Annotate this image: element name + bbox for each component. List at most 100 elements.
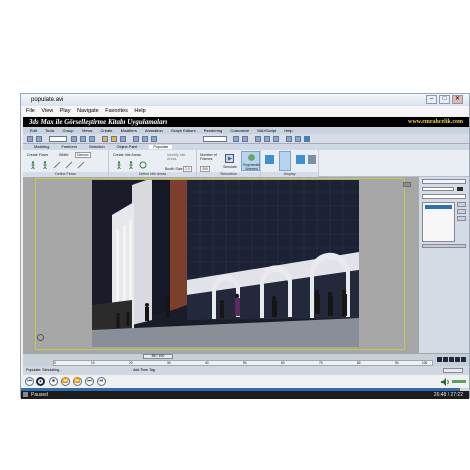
- minimize-button[interactable]: –: [426, 95, 437, 104]
- volume-icon[interactable]: [441, 378, 450, 386]
- create-flows-button[interactable]: Create Flows: [27, 153, 48, 157]
- add-time-tag[interactable]: Add Time Tag: [133, 366, 155, 375]
- flow-person-icon[interactable]: [29, 161, 37, 169]
- command-panel-tabs[interactable]: [422, 179, 466, 184]
- max-menu-maxscript[interactable]: MAXScript: [257, 128, 276, 133]
- align-icon[interactable]: [242, 136, 248, 142]
- simulate-button[interactable]: Simulate: [223, 165, 237, 169]
- material-editor-icon[interactable]: [286, 136, 292, 142]
- time-slider[interactable]: 85 / 100: [143, 354, 173, 359]
- object-color-swatch[interactable]: [457, 187, 463, 191]
- named-selection-field[interactable]: [203, 136, 227, 142]
- scale-icon[interactable]: [120, 136, 126, 142]
- select-by-name-icon[interactable]: [80, 136, 86, 142]
- create-idle-areas-button[interactable]: Create Idle Areas: [113, 153, 141, 157]
- volume-slider[interactable]: [452, 380, 466, 383]
- max-menu-edit[interactable]: Edit: [30, 128, 37, 133]
- go-to-end-icon[interactable]: [461, 357, 466, 362]
- move-icon[interactable]: [102, 136, 108, 142]
- menu-play[interactable]: Play: [60, 108, 71, 114]
- angle-snap-icon[interactable]: [142, 136, 148, 142]
- rewind-button[interactable]: ⏪: [61, 377, 70, 386]
- display-people-icon[interactable]: [265, 155, 274, 164]
- snap-icon[interactable]: [133, 136, 139, 142]
- identify-idle-areas-button[interactable]: Identify Idle Areas: [167, 153, 193, 161]
- menu-file[interactable]: File: [26, 108, 35, 114]
- step-button[interactable]: ⏯: [97, 377, 106, 386]
- viewport-nav-controls[interactable]: [443, 368, 463, 373]
- rotate-icon[interactable]: [111, 136, 117, 142]
- flow-edit-icon[interactable]: [53, 161, 61, 169]
- close-button[interactable]: ✕: [452, 95, 463, 104]
- menu-help[interactable]: Help: [134, 108, 145, 114]
- display-settings-icon[interactable]: [308, 155, 316, 164]
- play-button[interactable]: ⏵: [36, 377, 45, 386]
- regenerate-selected-button[interactable]: Regenerate Selected: [241, 151, 260, 171]
- modifier-list-dropdown[interactable]: [422, 194, 466, 199]
- flow-ramp-icon[interactable]: [77, 161, 85, 169]
- max-menu-customize[interactable]: Customize: [230, 128, 249, 133]
- orbit-gizmo-icon[interactable]: [37, 334, 44, 341]
- stack-toolbar[interactable]: [422, 244, 466, 248]
- previous-button[interactable]: ⏮: [25, 377, 34, 386]
- playback-time: 26:48 / 27:22: [433, 392, 463, 398]
- ribbon-panel: Create Flows Width: Narrow Define Flows …: [23, 150, 469, 177]
- timeline[interactable]: 85 / 100 0 10 20 30 40 50 60 70 80 90 10…: [23, 353, 469, 366]
- prev-frame-icon[interactable]: [443, 357, 448, 362]
- max-menu-help[interactable]: Help: [284, 128, 292, 133]
- max-menu-animation[interactable]: Animation: [145, 128, 163, 133]
- idle-circle-icon[interactable]: [139, 161, 147, 169]
- fast-forward-button[interactable]: ⏩: [73, 377, 82, 386]
- stop-button[interactable]: ⏹: [49, 377, 58, 386]
- tick-50: 50: [243, 361, 247, 365]
- flow-pair-icon[interactable]: [41, 161, 49, 169]
- tab-modeling[interactable]: Modeling: [34, 145, 49, 149]
- play-animation-icon[interactable]: [449, 357, 454, 362]
- stack-button-pin[interactable]: [457, 202, 466, 207]
- width-dropdown[interactable]: Narrow: [75, 152, 91, 158]
- percent-snap-icon[interactable]: [151, 136, 157, 142]
- idle-group-icon[interactable]: [127, 161, 135, 169]
- perspective-viewport[interactable]: [23, 177, 418, 353]
- mirror-icon[interactable]: [233, 136, 239, 142]
- flow-add-icon[interactable]: [65, 161, 73, 169]
- max-menu-graph-editors[interactable]: Graph Editors: [171, 128, 196, 133]
- modifier-stack-selected-item[interactable]: [425, 205, 452, 209]
- display-flows-icon[interactable]: [279, 151, 291, 171]
- idle-person-icon[interactable]: [115, 161, 123, 169]
- menu-view[interactable]: View: [41, 108, 53, 114]
- stack-button-show-end[interactable]: [457, 209, 466, 214]
- tab-populate[interactable]: Populate: [149, 145, 173, 149]
- render-setup-icon[interactable]: [295, 136, 301, 142]
- menu-favorites[interactable]: Favorites: [105, 108, 128, 114]
- max-menu-tools[interactable]: Tools: [45, 128, 54, 133]
- undo-icon[interactable]: [27, 136, 33, 142]
- schematic-view-icon[interactable]: [273, 136, 279, 142]
- selection-filter-dropdown[interactable]: [49, 136, 67, 142]
- simulate-icon[interactable]: [225, 154, 234, 163]
- curve-editor-icon[interactable]: [264, 136, 270, 142]
- maximize-button[interactable]: □: [439, 95, 450, 104]
- tab-selection[interactable]: Selection: [89, 145, 105, 149]
- layer-manager-icon[interactable]: [255, 136, 261, 142]
- max-menu-rendering[interactable]: Rendering: [204, 128, 222, 133]
- select-object-icon[interactable]: [71, 136, 77, 142]
- tab-freeform[interactable]: Freeform: [61, 145, 76, 149]
- display-areas-icon[interactable]: [296, 155, 305, 164]
- max-menu-create[interactable]: Create: [100, 128, 112, 133]
- max-menu-modifiers[interactable]: Modifiers: [121, 128, 137, 133]
- stack-button-remove[interactable]: [457, 216, 466, 221]
- max-menu-group[interactable]: Group: [63, 128, 74, 133]
- max-menu-views[interactable]: Views: [82, 128, 93, 133]
- next-frame-icon[interactable]: [455, 357, 460, 362]
- tab-object-paint[interactable]: Object Paint: [117, 145, 138, 149]
- go-to-start-icon[interactable]: [437, 357, 442, 362]
- rectangle-region-icon[interactable]: [89, 136, 95, 142]
- redo-icon[interactable]: [36, 136, 42, 142]
- render-icon[interactable]: [304, 136, 310, 142]
- modifier-stack[interactable]: [422, 202, 455, 242]
- menu-navigate[interactable]: Navigate: [77, 108, 99, 114]
- viewcube-icon[interactable]: [403, 182, 411, 187]
- next-button[interactable]: ⏭: [85, 377, 94, 386]
- object-name-field[interactable]: [422, 187, 454, 191]
